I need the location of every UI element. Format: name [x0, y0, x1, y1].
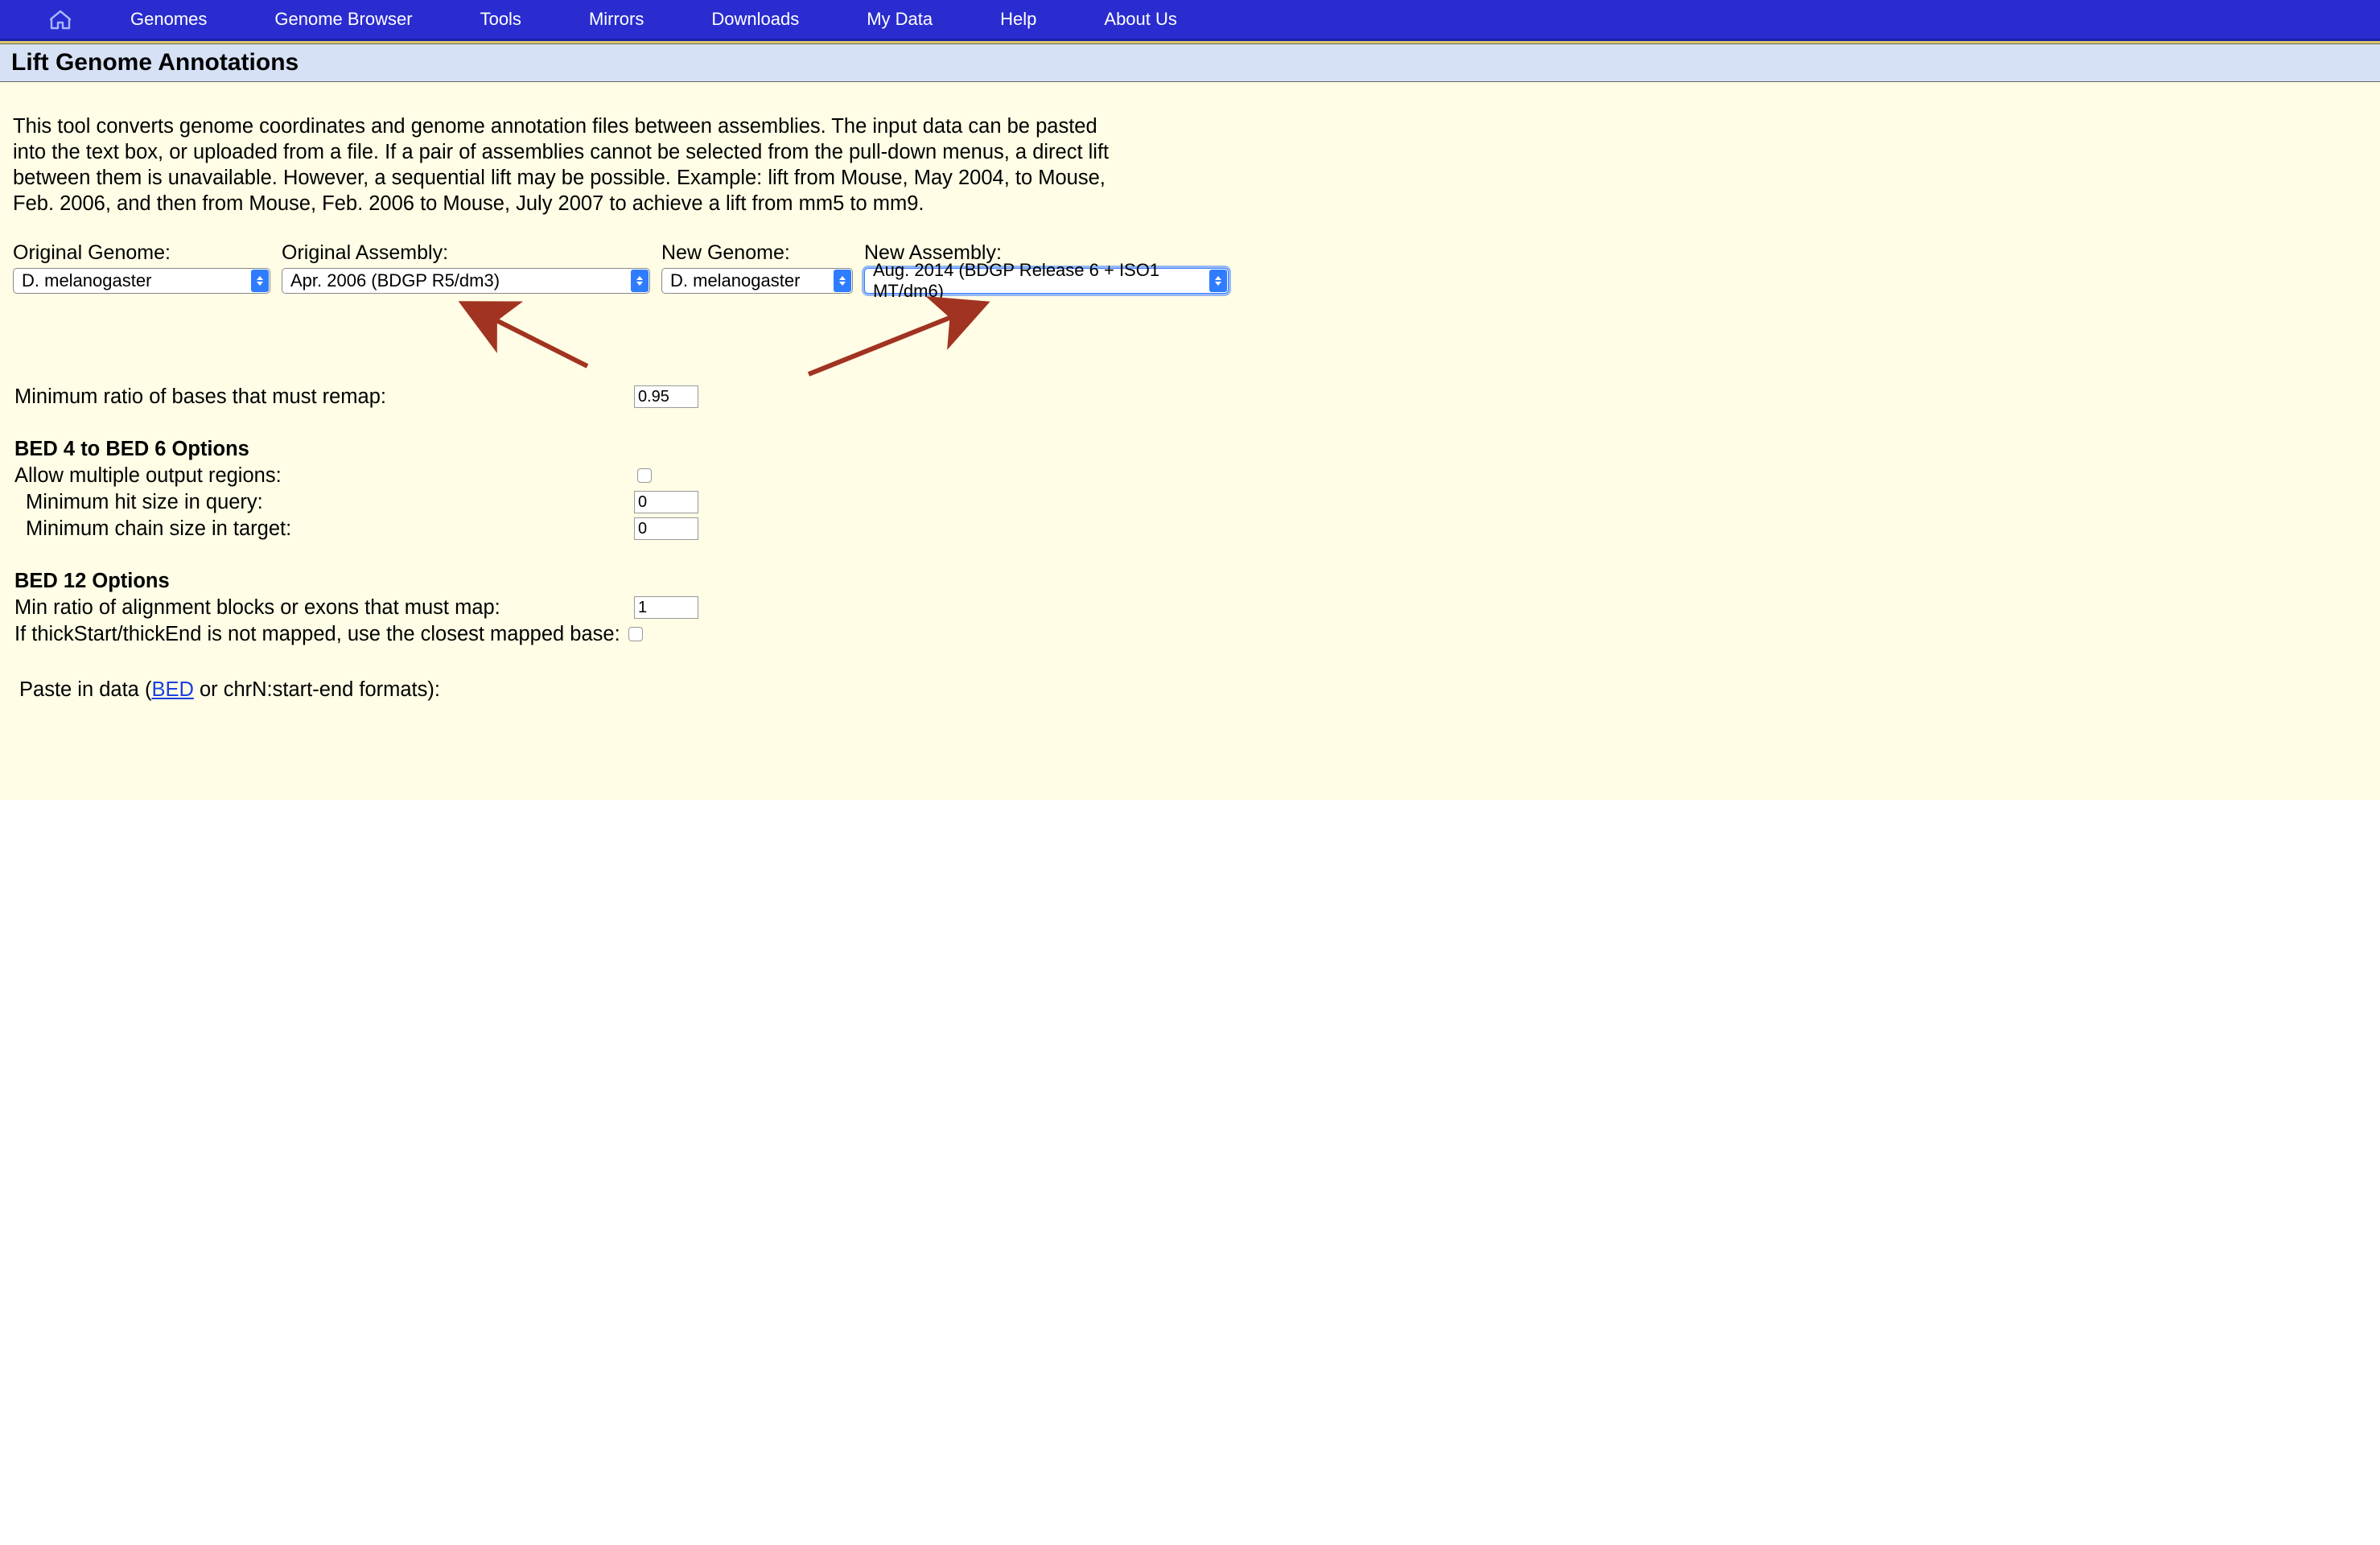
paste-suffix: or chrN:start-end formats): [194, 678, 440, 701]
original-genome-label: Original Genome: [13, 241, 270, 265]
paste-prefix: Paste in data ( [19, 678, 151, 701]
nav-help[interactable]: Help [966, 0, 1070, 39]
nav-tools[interactable]: Tools [447, 0, 555, 39]
page-title: Lift Genome Annotations [0, 43, 2380, 82]
min-blocks-input[interactable] [634, 596, 698, 619]
nav-genomes[interactable]: Genomes [97, 0, 241, 39]
liftover-options: Minimum ratio of bases that must remap: … [0, 385, 2380, 702]
bed12-header: BED 12 Options [14, 570, 2366, 593]
allow-multiple-checkbox[interactable] [637, 468, 652, 483]
select-arrows-icon [1209, 270, 1227, 292]
min-chain-label: Minimum chain size in target: [14, 517, 634, 541]
nav-my-data[interactable]: My Data [833, 0, 966, 39]
min-hit-input[interactable] [634, 491, 698, 513]
intro-text: This tool converts genome coordinates an… [0, 82, 1128, 225]
page-body: Lift Genome Annotations This tool conver… [0, 43, 2380, 800]
new-genome-label: New Genome: [661, 241, 853, 265]
allow-multiple-label: Allow multiple output regions: [14, 464, 634, 488]
nav-genome-browser[interactable]: Genome Browser [241, 0, 446, 39]
paste-instruction: Paste in data (BED or chrN:start-end for… [14, 678, 2366, 702]
thick-label: If thickStart/thickEnd is not mapped, us… [14, 623, 625, 646]
home-icon[interactable] [24, 9, 97, 30]
min-hit-label: Minimum hit size in query: [14, 491, 634, 514]
min-chain-input[interactable] [634, 517, 698, 540]
annotation-arrows [0, 294, 2380, 382]
nav-downloads[interactable]: Downloads [677, 0, 833, 39]
bed4-6-header: BED 4 to BED 6 Options [14, 438, 2366, 461]
min-blocks-label: Min ratio of alignment blocks or exons t… [14, 596, 634, 620]
top-nav: Genomes Genome Browser Tools Mirrors Dow… [0, 0, 2380, 41]
bed-format-link[interactable]: BED [151, 678, 193, 701]
thick-checkbox[interactable] [628, 627, 643, 641]
nav-mirrors[interactable]: Mirrors [555, 0, 677, 39]
original-assembly-label: Original Assembly: [282, 241, 650, 265]
nav-about-us[interactable]: About Us [1070, 0, 1211, 39]
assembly-selectors: Original Genome: D. melanogaster Origina… [0, 225, 2380, 294]
